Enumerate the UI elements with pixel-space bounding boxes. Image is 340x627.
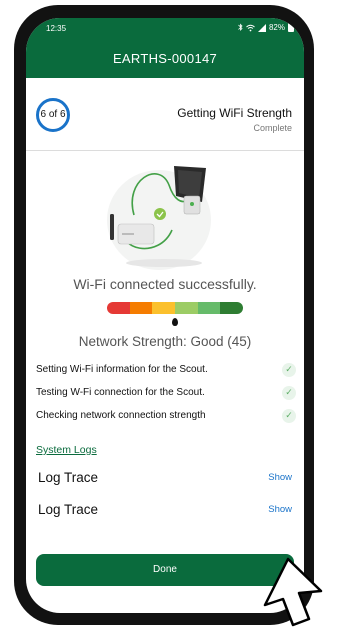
wifi-icon: [246, 24, 255, 31]
battery-icon: [288, 23, 294, 32]
status-time: 12:35: [46, 24, 67, 33]
log-trace-label: Log Trace: [38, 501, 99, 517]
signal-icon: [257, 23, 266, 32]
step-counter: 6 of 6: [36, 98, 70, 132]
page-title: EARTHS-000147: [26, 40, 304, 78]
success-message: Wi-Fi connected successfully.: [73, 276, 257, 292]
battery-percent: 82%: [268, 23, 285, 32]
checkmark-icon: ✓: [282, 408, 296, 423]
check-list: Setting Wi-Fi information for the Scout.…: [36, 358, 296, 427]
check-label: Testing W-Fi connection for the Scout.: [36, 387, 205, 398]
divider: [26, 150, 304, 151]
meter-segment: [152, 302, 176, 314]
show-log-button[interactable]: Show: [268, 504, 292, 515]
list-item: Setting Wi-Fi information for the Scout.…: [36, 358, 296, 381]
check-label: Setting Wi-Fi information for the Scout.: [36, 364, 208, 375]
checkmark-icon: ✓: [282, 362, 296, 377]
meter-segment: [129, 302, 153, 314]
step-status: Complete: [253, 123, 292, 133]
meter-segment: [175, 302, 198, 314]
pointer-cursor-icon: [263, 557, 323, 627]
log-trace-row: Log Trace Show: [38, 466, 292, 488]
signal-strength-meter: [107, 302, 243, 314]
network-strength-label: Network Strength: Good (45): [78, 334, 252, 349]
system-logs-link[interactable]: System Logs: [36, 444, 97, 456]
check-label: Checking network connection strength: [36, 410, 206, 421]
list-item: Checking network connection strength ✓: [36, 404, 296, 427]
list-item: Testing W-Fi connection for the Scout. ✓: [36, 381, 296, 404]
wifi-setup-illustration-icon: [107, 166, 211, 270]
meter-segment: [197, 302, 221, 314]
status-bar: 12:35 82%: [26, 18, 304, 40]
log-trace-row: Log Trace Show: [38, 498, 292, 520]
status-icons: 82%: [238, 23, 294, 32]
step-title: Getting WiFi Strength: [177, 106, 292, 120]
phone-frame: 12:35 82% EARTHS-000147 6 of 6 Getting W…: [14, 5, 314, 625]
show-log-button[interactable]: Show: [268, 472, 292, 483]
meter-segment: [107, 302, 130, 314]
log-trace-label: Log Trace: [38, 469, 99, 485]
checkmark-icon: ✓: [282, 385, 296, 400]
app-screen: 12:35 82% EARTHS-000147 6 of 6 Getting W…: [26, 18, 304, 613]
meter-segment: [220, 302, 243, 314]
step-indicator: 6 of 6 Getting WiFi Strength Complete: [26, 78, 304, 150]
bluetooth-icon: [238, 23, 243, 31]
